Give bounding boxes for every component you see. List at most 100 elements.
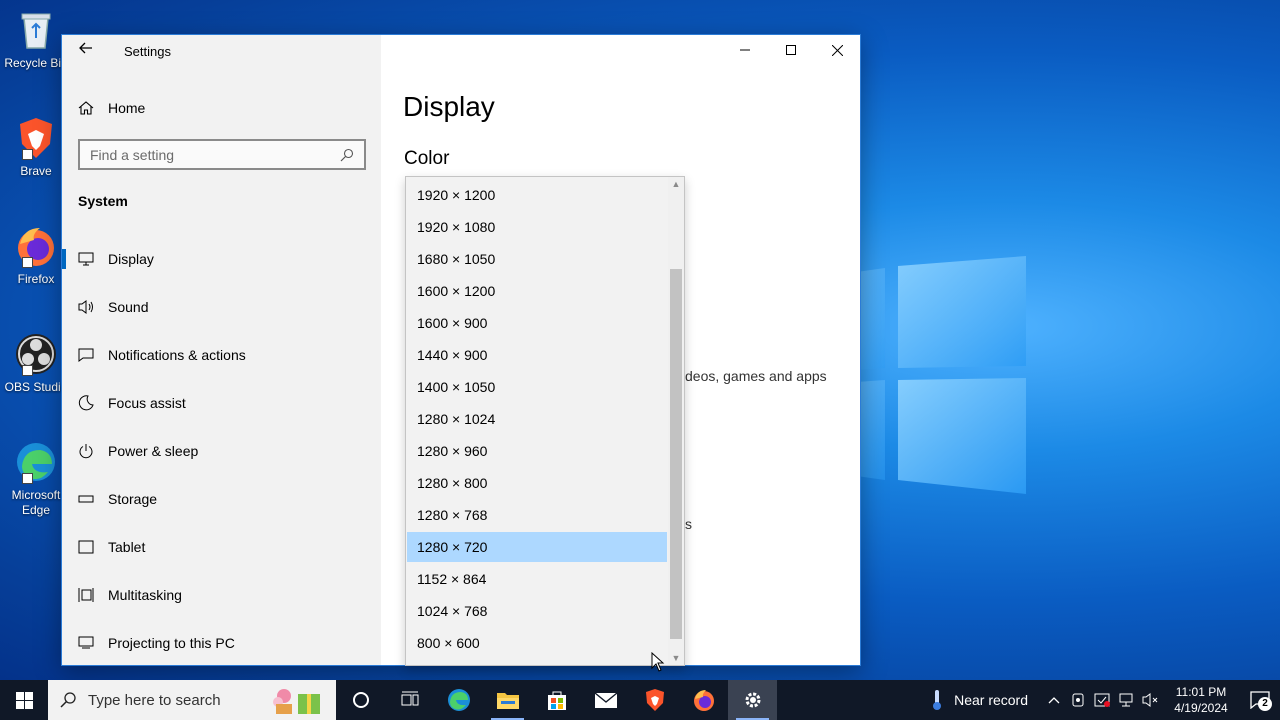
scroll-up-arrow-icon[interactable]: ▲ — [668, 177, 684, 191]
projecting-icon — [76, 633, 96, 653]
search-highlight-gift-icon — [273, 689, 320, 714]
home-icon — [78, 101, 94, 115]
maximize-button[interactable] — [768, 35, 814, 65]
taskbar-clock[interactable]: 11:01 PM 4/19/2024 — [1166, 684, 1236, 716]
moon-icon — [76, 393, 96, 413]
maximize-icon — [786, 45, 796, 55]
desktop-icon-label: Firefox — [17, 272, 55, 286]
resolution-option[interactable]: 1280 × 768 — [407, 500, 667, 530]
taskbar-file-explorer[interactable] — [483, 680, 532, 720]
desktop-icon-firefox[interactable]: Firefox — [4, 224, 68, 287]
sidebar-item-label: Sound — [108, 299, 149, 315]
scroll-down-arrow-icon[interactable]: ▼ — [668, 651, 684, 665]
sidebar-item-sound[interactable]: Sound — [62, 283, 381, 331]
storage-icon — [76, 489, 96, 509]
taskbar-cortana[interactable] — [336, 680, 385, 720]
sidebar-item-label: Power & sleep — [108, 443, 199, 459]
start-button[interactable] — [0, 680, 48, 720]
taskbar-brave[interactable] — [630, 680, 679, 720]
resolution-option[interactable]: 1280 × 800 — [407, 468, 667, 498]
taskbar-settings[interactable] — [728, 680, 777, 720]
find-setting-search-input[interactable]: Find a setting — [78, 139, 366, 170]
show-hidden-icons-button[interactable] — [1042, 680, 1066, 720]
resolution-option[interactable]: 1280 × 960 — [407, 436, 667, 466]
taskbar-search-box[interactable]: Type here to search — [48, 680, 336, 720]
action-center-button[interactable]: 2 — [1240, 680, 1280, 720]
notification-count-badge: 2 — [1258, 697, 1272, 711]
clock-date: 4/19/2024 — [1174, 701, 1228, 715]
taskbar-edge[interactable] — [434, 680, 483, 720]
sidebar-item-multitasking[interactable]: Multitasking — [62, 571, 381, 619]
sidebar-item-projecting[interactable]: Projecting to this PC — [62, 619, 381, 667]
system-nav-list: Display Sound Notifications & actions Fo… — [62, 235, 381, 667]
resolution-option[interactable]: 1600 × 900 — [407, 308, 667, 338]
edge-icon — [14, 440, 58, 484]
sidebar-item-label: Display — [108, 251, 154, 267]
desktop-icon-label: Recycle Bin — [4, 56, 68, 70]
resolution-option[interactable]: 1920 × 1200 — [407, 180, 667, 210]
home-nav-item[interactable]: Home — [78, 97, 145, 119]
taskbar-mail[interactable] — [581, 680, 630, 720]
dropdown-scrollbar[interactable]: ▲ ▼ — [668, 177, 684, 665]
resolution-option[interactable]: 1400 × 1050 — [407, 372, 667, 402]
tray-defender[interactable] — [1090, 680, 1114, 720]
gear-icon — [745, 692, 760, 708]
resolution-option[interactable]: 1280 × 1024 — [407, 404, 667, 434]
resolution-option[interactable]: 800 × 600 — [407, 628, 667, 658]
desktop-icon-label: OBS Studio — [4, 380, 68, 394]
sidebar-item-display[interactable]: Display — [62, 235, 381, 283]
brave-icon — [14, 116, 58, 160]
resolution-option[interactable]: 1440 × 900 — [407, 340, 667, 370]
sidebar-item-label: Multitasking — [108, 587, 182, 603]
resolution-option[interactable]: 1680 × 1050 — [407, 244, 667, 274]
resolution-option[interactable]: 1024 × 768 — [407, 596, 667, 626]
tray-meet-now[interactable] — [1066, 680, 1090, 720]
windows-start-icon — [15, 691, 33, 709]
notification-icon — [76, 345, 96, 365]
sidebar-item-label: Tablet — [108, 539, 146, 555]
settings-sidebar: Settings Home Find a setting System Disp… — [62, 35, 381, 665]
weather-widget[interactable]: Near record — [930, 689, 1028, 711]
home-label: Home — [108, 100, 146, 116]
thermometer-icon — [933, 690, 942, 710]
section-heading-system: System — [78, 193, 128, 209]
taskbar-firefox[interactable] — [679, 680, 728, 720]
scrollbar-thumb[interactable] — [670, 269, 682, 639]
taskbar-task-view[interactable] — [385, 680, 434, 720]
desktop-icon-recycle-bin[interactable]: Recycle Bin — [4, 8, 68, 71]
window-title: Settings — [124, 44, 171, 59]
recycle-bin-icon — [14, 8, 58, 52]
resolution-option[interactable]: 1152 × 864 — [407, 564, 667, 594]
resolution-dropdown-list[interactable]: 1920 × 1200 1920 × 1080 1680 × 1050 1600… — [405, 176, 685, 666]
resolution-option[interactable]: 1920 × 1080 — [407, 212, 667, 242]
sidebar-item-notifications[interactable]: Notifications & actions — [62, 331, 381, 379]
sidebar-item-power-sleep[interactable]: Power & sleep — [62, 427, 381, 475]
desktop-icon-edge[interactable]: Microsoft Edge — [4, 440, 68, 518]
sidebar-item-tablet[interactable]: Tablet — [62, 523, 381, 571]
taskbar-microsoft-store[interactable] — [532, 680, 581, 720]
close-button[interactable] — [814, 35, 860, 65]
task-view-icon — [401, 691, 418, 706]
back-button[interactable] — [76, 41, 96, 61]
security-warning-icon — [1094, 693, 1110, 707]
taskbar-search-placeholder: Type here to search — [88, 691, 221, 709]
edge-icon — [447, 689, 470, 711]
resolution-option[interactable]: 1600 × 1200 — [407, 276, 667, 306]
folder-icon — [496, 693, 519, 709]
network-icon — [1119, 693, 1133, 707]
firefox-icon — [14, 224, 58, 268]
section-subhead: Color — [404, 148, 450, 169]
sidebar-item-label: Storage — [108, 491, 158, 507]
tray-volume[interactable] — [1138, 680, 1162, 720]
sidebar-item-focus-assist[interactable]: Focus assist — [62, 379, 381, 427]
sidebar-item-storage[interactable]: Storage — [62, 475, 381, 523]
minimize-button[interactable] — [722, 35, 768, 65]
desktop-icon-label: Microsoft Edge — [11, 488, 61, 517]
tablet-icon — [76, 537, 96, 557]
desktop-icon-obs[interactable]: OBS Studio — [4, 332, 68, 395]
partially-hidden-text: deos, games and apps — [685, 368, 827, 384]
resolution-option-selected[interactable]: 1280 × 720 — [407, 532, 667, 562]
tray-network[interactable] — [1114, 680, 1138, 720]
volume-muted-icon — [1142, 693, 1158, 707]
desktop-icon-brave[interactable]: Brave — [4, 116, 68, 179]
